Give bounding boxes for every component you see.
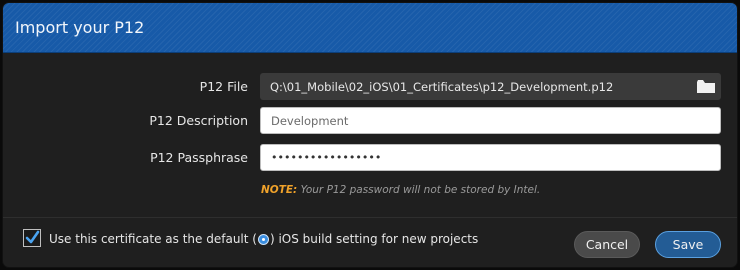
- p12-passphrase-input[interactable]: •••••••••••••••••: [260, 144, 721, 171]
- dialog-title: Import your P12: [15, 18, 145, 37]
- import-p12-dialog: Import your P12 P12 File Q:\01_Mobile\02…: [3, 3, 737, 267]
- p12-description-placeholder: Development: [271, 113, 349, 128]
- footer-divider: [3, 217, 737, 218]
- default-certificate-label[interactable]: Use this certificate as the default ( ) …: [49, 232, 478, 246]
- p12-file-row: P12 File Q:\01_Mobile\02_iOS\01_Certific…: [3, 73, 737, 101]
- p12-file-field[interactable]: Q:\01_Mobile\02_iOS\01_Certificates\p12_…: [260, 73, 721, 100]
- dialog-title-bar: Import your P12: [3, 3, 737, 53]
- cancel-button[interactable]: Cancel: [574, 231, 640, 258]
- p12-file-label: P12 File: [199, 79, 248, 94]
- p12-file-path: Q:\01_Mobile\02_iOS\01_Certificates\p12_…: [270, 79, 614, 94]
- ios-badge-icon: [257, 233, 269, 245]
- p12-description-row: P12 Description Development: [3, 107, 737, 135]
- p12-description-label: P12 Description: [149, 113, 248, 128]
- default-certificate-checkbox[interactable]: [23, 229, 41, 247]
- default-label-text-after: ) iOS build setting for new projects: [269, 232, 479, 246]
- p12-passphrase-value: •••••••••••••••••: [271, 151, 382, 164]
- note-text: Your P12 password will not be stored by …: [297, 184, 541, 196]
- checkmark-icon: [25, 230, 40, 244]
- folder-icon[interactable]: [697, 80, 715, 93]
- p12-description-input[interactable]: Development: [260, 107, 721, 134]
- save-button[interactable]: Save: [655, 231, 721, 258]
- password-note: NOTE: Your P12 password will not be stor…: [261, 184, 540, 196]
- p12-passphrase-row: P12 Passphrase •••••••••••••••••: [3, 144, 737, 172]
- default-label-text-before: Use this certificate as the default (: [49, 232, 257, 246]
- note-prefix: NOTE:: [261, 184, 298, 196]
- p12-passphrase-label: P12 Passphrase: [150, 150, 248, 165]
